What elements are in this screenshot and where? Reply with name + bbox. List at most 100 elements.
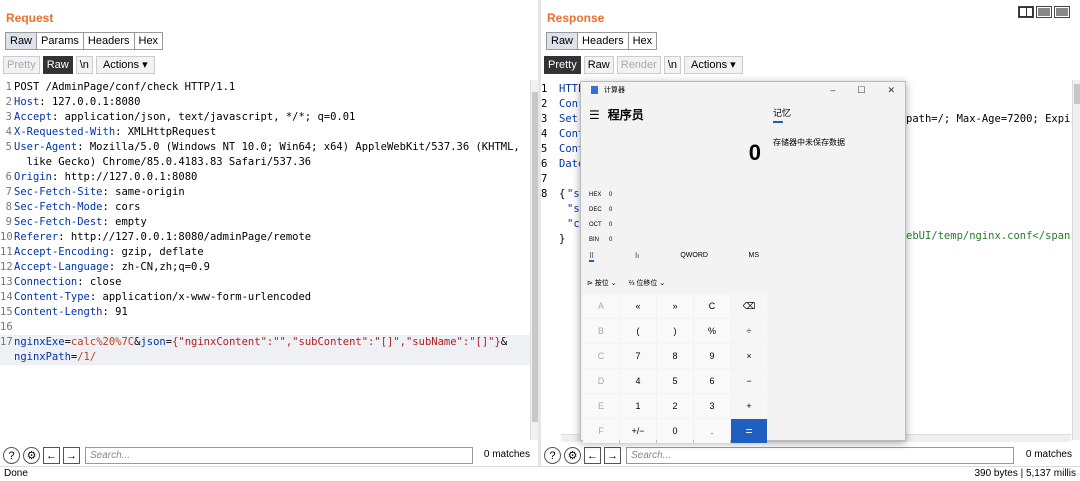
memory-title[interactable]: 记忆 [773,106,903,119]
newline-button[interactable]: \n [75,56,93,74]
bitwise-menu[interactable]: ⅔ 位移位 ⌄ [629,278,666,288]
actions-button[interactable]: Actions ▾ [684,56,743,74]
calc-mode-row: ⠿ ⠷ QWORD MS [589,252,759,262]
calc-key[interactable]: 3 [694,394,730,418]
bitwise-menu[interactable]: ⊳ 按位 ⌄ [587,278,617,288]
tab-headers[interactable]: Headers [578,33,629,49]
calc-key[interactable]: 2 [657,394,693,418]
calc-key[interactable]: C [694,294,730,318]
tab-raw[interactable]: Raw [547,33,579,49]
calc-key[interactable]: « [620,294,656,318]
header-value: : http://127.0.0.1:8080/adminPage/remote [58,231,312,243]
calc-key[interactable]: ⌫ [731,294,767,318]
calc-key[interactable]: 8 [657,344,693,368]
tab-raw[interactable]: Raw [6,33,38,49]
base-name: BIN [589,237,600,243]
calc-key[interactable]: ) [657,319,693,343]
pretty-button[interactable]: Pretty [544,56,581,74]
single-view-icon[interactable] [1054,6,1070,18]
forward-arrow-icon[interactable]: → [604,447,621,464]
calc-key[interactable]: » [657,294,693,318]
newline-button[interactable]: \n [663,56,682,74]
raw-button[interactable]: Raw [42,56,73,74]
body-token: json [140,336,166,348]
search-input[interactable]: Search... [626,447,1014,464]
code-line: nginxPath =/1/ [0,350,530,365]
calc-key[interactable]: 9 [694,344,730,368]
line-number: 10 [0,231,13,243]
tab-headers[interactable]: Headers [83,33,135,49]
base-row[interactable]: BIN 0 [589,233,612,248]
base-row[interactable]: HEX 0 [589,188,612,203]
equals-button[interactable]: = [731,419,767,443]
calc-key[interactable]: % [694,319,730,343]
request-pane: Request Raw Params Headers Hex Pretty Ra… [0,0,538,466]
base-row[interactable]: OCT 0 [589,218,612,233]
split-horizontal-icon[interactable] [1018,6,1034,18]
tab-params[interactable]: Params [37,33,84,49]
calc-key[interactable]: ( [620,319,656,343]
base-row[interactable]: DEC 0 [589,203,612,218]
help-icon[interactable]: ? [3,447,20,464]
mode-button[interactable]: ⠷ [635,252,640,262]
forward-arrow-icon[interactable]: → [63,447,80,464]
header-value: : close [77,276,122,288]
calc-key[interactable]: E [583,394,619,418]
pretty-button[interactable]: Pretty [3,56,40,74]
calc-key[interactable]: F [583,419,619,443]
code-line: 8 Sec-Fetch-Mode: cors [0,200,530,215]
raw-button[interactable]: Raw [583,56,614,74]
back-arrow-icon[interactable]: ← [584,447,601,464]
response-search-bar: ? ⚙ ← → Search... 0 matches [541,445,1080,466]
render-button[interactable]: Render [616,56,661,74]
hamburger-menu-icon[interactable]: ☰ [589,108,600,122]
code-line: 15 Content-Length: 91 [0,305,530,320]
line-number: 7 [541,173,548,185]
gear-icon[interactable]: ⚙ [23,447,40,464]
request-editor[interactable]: 1 POST /AdminPage/conf/check HTTP/1.1 2 Hos… [0,80,530,436]
calc-key[interactable]: B [583,319,619,343]
actions-button[interactable]: Actions ▾ [95,56,155,74]
body-token: calc%20%7C [70,336,135,348]
maximize-icon[interactable]: ☐ [857,85,865,96]
help-icon[interactable]: ? [544,447,561,464]
calc-key[interactable]: D [583,369,619,393]
split-vertical-icon[interactable] [1036,6,1052,18]
calc-key[interactable]: C [583,344,619,368]
response-scrollbar[interactable] [1072,80,1080,440]
header-value: : empty [102,216,147,228]
mode-button[interactable]: MS [748,252,759,262]
calc-key[interactable]: A [583,294,619,318]
tab-hex[interactable]: Hex [134,33,163,49]
line-text: Content-Length: 91 [14,305,128,320]
calc-key[interactable]: 7 [620,344,656,368]
close-icon[interactable]: ✕ [887,85,895,96]
calc-key[interactable]: 6 [694,369,730,393]
calc-key[interactable]: +/− [620,419,656,443]
mode-button[interactable]: QWORD [680,252,708,262]
calc-key[interactable]: . [694,419,730,443]
line-text: Host: 127.0.0.1:8080 [14,95,140,110]
calc-key[interactable]: 1 [620,394,656,418]
response-json-keys: "s "s "c [567,187,580,232]
line-number: 4 [5,126,12,138]
mode-button[interactable]: ⠿ [589,252,595,262]
line-number: 16 [0,321,13,333]
line-number: 9 [5,216,12,228]
calc-key[interactable]: × [731,344,767,368]
calc-key[interactable]: 4 [620,369,656,393]
calc-key[interactable]: − [731,369,767,393]
header-value: like Gecko) Chrome/85.0.4183.83 Safari/5… [14,156,312,168]
calc-key[interactable]: 0 [657,419,693,443]
back-arrow-icon[interactable]: ← [43,447,60,464]
minimize-icon[interactable]: – [830,85,835,96]
calc-key[interactable]: + [731,394,767,418]
tab-hex[interactable]: Hex [628,33,657,49]
search-input[interactable]: Search... [85,447,473,464]
calculator-window[interactable]: 计算器 – ☐ ✕ ☰ 程序员 0 记忆 存储器中未保存数据 HEX 0 DEC 0 OCT… [580,81,906,443]
calc-key[interactable]: ÷ [731,319,767,343]
gear-icon[interactable]: ⚙ [564,447,581,464]
calc-key[interactable]: 5 [657,369,693,393]
header-name: Sec-Fetch-Site [14,186,103,198]
request-scrollbar[interactable] [530,80,538,440]
